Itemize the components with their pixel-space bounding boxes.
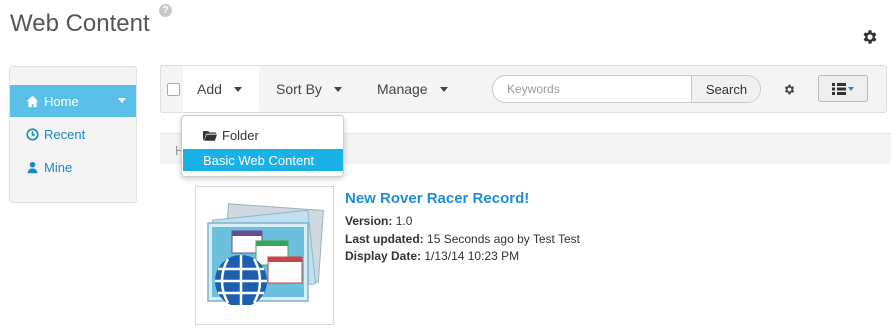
search-button[interactable]: Search [691, 76, 760, 102]
chevron-down-icon [233, 86, 242, 92]
meta-value: 15 Seconds ago by Test Test [427, 232, 581, 246]
display-style-button[interactable] [818, 75, 868, 102]
help-icon[interactable]: ? [159, 4, 172, 17]
list-view-icon [832, 82, 854, 95]
meta-value: 1/13/14 10:23 PM [424, 249, 520, 263]
page-title: Web Content [10, 10, 150, 37]
sort-by-label: Sort By [276, 81, 322, 97]
sort-by-button[interactable]: Sort By [276, 66, 342, 112]
sidebar-item-home[interactable]: Home [10, 85, 136, 117]
menu-item-label: Basic Web Content [203, 152, 315, 168]
sidebar-item-label: Recent [44, 126, 86, 142]
sidebar-item-recent[interactable]: Recent [10, 118, 136, 150]
search-input[interactable] [493, 76, 691, 102]
add-button-label: Add [197, 81, 222, 97]
add-dropdown-menu: Folder Basic Web Content [181, 115, 344, 177]
sidebar: Home Recent Mine [9, 66, 137, 203]
article-display-date: Display Date: 1/13/14 10:23 PM [345, 249, 519, 263]
meta-label: Display Date: [345, 249, 422, 263]
sidebar-item-label: Home [44, 93, 79, 109]
article-version: Version: 1.0 [345, 214, 412, 228]
manage-button[interactable]: Manage [377, 66, 448, 112]
meta-label: Version: [345, 214, 393, 228]
article-title-link[interactable]: New Rover Racer Record! [345, 190, 529, 207]
sidebar-item-label: Mine [44, 159, 73, 175]
folder-icon [203, 130, 217, 141]
menu-item-label: Folder [222, 127, 259, 143]
chevron-down-icon [333, 86, 342, 92]
add-button[interactable]: Add [183, 66, 259, 112]
user-icon [27, 161, 38, 173]
chevron-down-icon[interactable] [118, 98, 126, 103]
toolbar: Add Sort By Manage Search [160, 65, 887, 113]
meta-value: 1.0 [395, 214, 413, 228]
gear-icon[interactable] [861, 28, 879, 46]
gear-icon[interactable] [783, 83, 796, 96]
chevron-down-icon [439, 86, 448, 92]
manage-label: Manage [377, 81, 428, 97]
clock-icon [26, 127, 39, 141]
search-box: Search [492, 75, 761, 103]
sidebar-item-mine[interactable]: Mine [10, 151, 136, 183]
meta-label: Last updated: [345, 232, 424, 246]
menu-item-basic-web-content[interactable]: Basic Web Content [183, 149, 343, 171]
select-all-checkbox[interactable] [167, 83, 180, 96]
menu-item-folder[interactable]: Folder [183, 124, 343, 146]
article-last-updated: Last updated: 15 Seconds ago by Test Tes… [345, 232, 580, 246]
web-content-illustration-icon [207, 203, 324, 309]
article-thumbnail[interactable] [195, 186, 334, 325]
home-icon [26, 95, 39, 107]
